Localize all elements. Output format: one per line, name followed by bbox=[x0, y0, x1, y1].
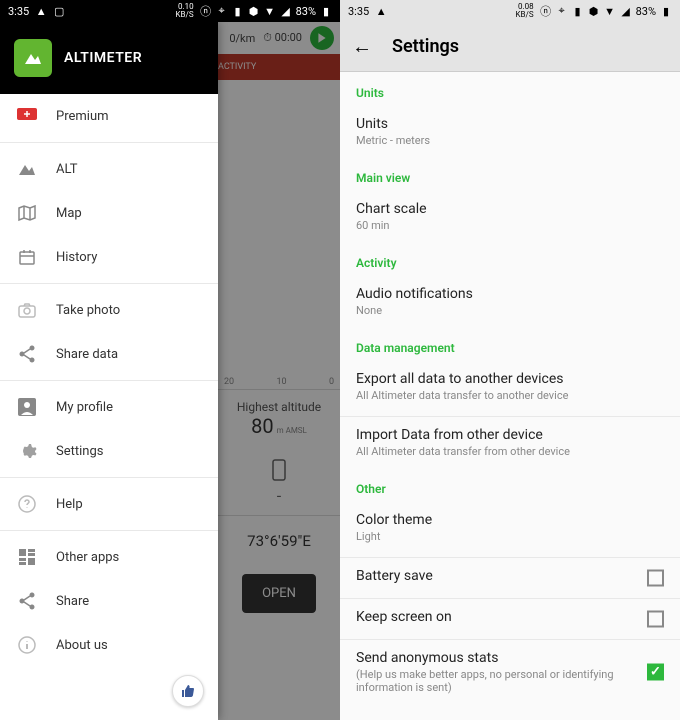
drawer-item-label: Map bbox=[56, 206, 82, 221]
altitude-icon bbox=[16, 158, 38, 180]
divider bbox=[0, 530, 218, 531]
phone-settings: 3:35 ▲ 0.08KB/S ⓝ ⌖ ▮ ⬢ ▼ ◢ 83% ▮ ← Sett… bbox=[340, 0, 680, 720]
divider bbox=[0, 477, 218, 478]
image-icon: ▢ bbox=[53, 5, 65, 17]
setting-audio[interactable]: Audio notifications None bbox=[340, 276, 680, 327]
drawer-item-help[interactable]: Help bbox=[0, 482, 218, 526]
battery-pct: 83% bbox=[296, 5, 316, 18]
drawer-item-share-data[interactable]: Share data bbox=[0, 332, 218, 376]
status-time: 3:35 bbox=[8, 5, 29, 18]
drawer-item-profile[interactable]: My profile bbox=[0, 385, 218, 429]
help-icon bbox=[16, 493, 38, 515]
drawer-item-share[interactable]: Share bbox=[0, 579, 218, 623]
nfc-icon: ⓝ bbox=[200, 5, 212, 17]
phone-drawer: 3:35 ▲ ▢ 0.10KB/S ⓝ ⌖ ▮ ⬢ ▼ ◢ 83% ▮ 0/km… bbox=[0, 0, 340, 720]
setting-units[interactable]: Units Metric - meters bbox=[340, 106, 680, 157]
setting-anon-stats[interactable]: Send anonymous stats (Help us make bette… bbox=[340, 640, 680, 704]
signal-icon: ◢ bbox=[620, 5, 632, 17]
section-other: Other bbox=[340, 468, 680, 502]
battery-pct: 83% bbox=[636, 5, 656, 18]
drawer-item-label: History bbox=[56, 250, 97, 265]
drawer-item-label: Take photo bbox=[56, 303, 120, 318]
drawer-header: ALTIMETER bbox=[0, 22, 218, 94]
drawer-item-history[interactable]: History bbox=[0, 235, 218, 279]
setting-battery-save[interactable]: Battery save bbox=[340, 558, 680, 599]
share-icon bbox=[16, 590, 38, 612]
drawer-item-other-apps[interactable]: Other apps bbox=[0, 535, 218, 579]
drawer-item-label: ALT bbox=[56, 162, 78, 177]
wifi-icon: ▼ bbox=[264, 5, 276, 17]
checkbox-screen[interactable] bbox=[647, 611, 664, 628]
section-mainview: Main view bbox=[340, 157, 680, 191]
drawer-item-label: Settings bbox=[56, 444, 103, 459]
location-icon: ⌖ bbox=[216, 5, 228, 17]
drawer-item-premium[interactable]: Premium bbox=[0, 94, 218, 138]
checkbox-stats[interactable] bbox=[647, 664, 664, 681]
divider bbox=[0, 142, 218, 143]
page-title: Settings bbox=[392, 36, 459, 57]
profile-icon bbox=[16, 396, 38, 418]
navigation-drawer: ALTIMETER Premium ALT Map History bbox=[0, 22, 218, 720]
setting-import[interactable]: Import Data from other device All Altime… bbox=[340, 417, 680, 468]
checkbox-battery[interactable] bbox=[647, 570, 664, 587]
wifi-icon: ▼ bbox=[604, 5, 616, 17]
mountain-icon: ▲ bbox=[375, 5, 387, 17]
thumbs-up-icon bbox=[180, 683, 196, 699]
section-data: Data management bbox=[340, 327, 680, 361]
divider bbox=[0, 283, 218, 284]
drawer-list: Premium ALT Map History Take photo bbox=[0, 94, 218, 720]
drawer-item-label: Premium bbox=[56, 109, 109, 124]
setting-keep-screen-on[interactable]: Keep screen on bbox=[340, 599, 680, 640]
divider bbox=[0, 380, 218, 381]
drawer-item-label: Share data bbox=[56, 347, 118, 362]
bug-icon: ⬢ bbox=[588, 5, 600, 17]
section-units: Units bbox=[340, 72, 680, 106]
mountain-icon: ▲ bbox=[35, 5, 47, 17]
section-activity: Activity bbox=[340, 242, 680, 276]
apps-icon bbox=[16, 546, 38, 568]
vibrate-icon: ▮ bbox=[232, 5, 244, 17]
battery-icon: ▮ bbox=[320, 5, 332, 17]
location-icon: ⌖ bbox=[556, 5, 568, 17]
map-icon bbox=[16, 202, 38, 224]
vibrate-icon: ▮ bbox=[572, 5, 584, 17]
status-bar: 3:35 ▲ 0.08KB/S ⓝ ⌖ ▮ ⬢ ▼ ◢ 83% ▮ bbox=[340, 0, 680, 22]
drawer-item-label: About us bbox=[56, 638, 108, 653]
app-name: ALTIMETER bbox=[64, 50, 142, 66]
drawer-item-label: Other apps bbox=[56, 550, 119, 565]
drawer-item-settings[interactable]: Settings bbox=[0, 429, 218, 473]
settings-body[interactable]: Units Units Metric - meters Main view Ch… bbox=[340, 72, 680, 720]
settings-header: ← Settings bbox=[340, 22, 680, 72]
premium-icon bbox=[16, 105, 38, 127]
like-row bbox=[0, 667, 218, 715]
history-icon bbox=[16, 246, 38, 268]
back-button[interactable]: ← bbox=[352, 34, 372, 59]
gear-icon bbox=[16, 440, 38, 462]
drawer-item-photo[interactable]: Take photo bbox=[0, 288, 218, 332]
info-icon bbox=[16, 634, 38, 656]
drawer-item-label: Share bbox=[56, 594, 89, 609]
like-button[interactable] bbox=[172, 675, 204, 707]
battery-icon: ▮ bbox=[660, 5, 672, 17]
drawer-item-alt[interactable]: ALT bbox=[0, 147, 218, 191]
data-rate: 0.08KB/S bbox=[516, 3, 534, 19]
signal-icon: ◢ bbox=[280, 5, 292, 17]
drawer-item-label: Help bbox=[56, 497, 83, 512]
share-icon bbox=[16, 343, 38, 365]
status-bar: 3:35 ▲ ▢ 0.10KB/S ⓝ ⌖ ▮ ⬢ ▼ ◢ 83% ▮ bbox=[0, 0, 340, 22]
status-time: 3:35 bbox=[348, 5, 369, 18]
drawer-item-label: My profile bbox=[56, 400, 113, 415]
app-logo-icon bbox=[14, 39, 52, 77]
setting-color-theme[interactable]: Color theme Light bbox=[340, 502, 680, 558]
setting-chart-scale[interactable]: Chart scale 60 min bbox=[340, 191, 680, 242]
setting-export[interactable]: Export all data to another devices All A… bbox=[340, 361, 680, 417]
drawer-item-about[interactable]: About us bbox=[0, 623, 218, 667]
drawer-item-map[interactable]: Map bbox=[0, 191, 218, 235]
bug-icon: ⬢ bbox=[248, 5, 260, 17]
data-rate: 0.10KB/S bbox=[176, 3, 194, 19]
camera-icon bbox=[16, 299, 38, 321]
nfc-icon: ⓝ bbox=[540, 5, 552, 17]
